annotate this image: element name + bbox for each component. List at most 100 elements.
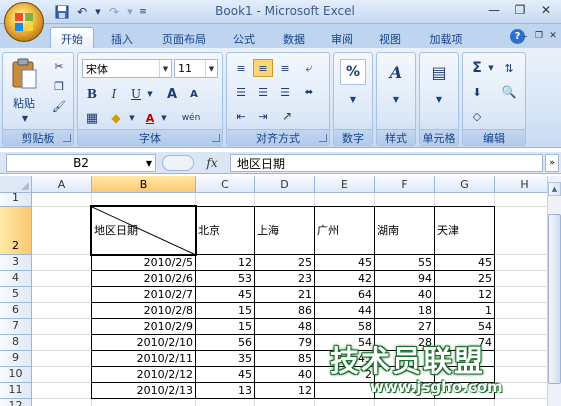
cell[interactable]: [375, 399, 435, 406]
tab-addins[interactable]: 加载项: [420, 29, 472, 48]
date-cell[interactable]: 2010/2/12: [91, 367, 196, 383]
value-cell[interactable]: 58: [315, 319, 375, 335]
cell[interactable]: [375, 193, 435, 207]
font-color-dropdown-icon[interactable]: ▼: [160, 111, 168, 125]
cell[interactable]: [32, 351, 92, 367]
styles-icon[interactable]: A: [383, 59, 409, 85]
row-header-3[interactable]: 3: [0, 255, 32, 271]
workbook-restore-icon[interactable]: ❐: [533, 29, 545, 43]
cell[interactable]: [495, 193, 547, 207]
value-cell[interactable]: 54: [435, 319, 495, 335]
column-header-h[interactable]: H: [495, 176, 547, 193]
close-icon[interactable]: ✕: [533, 0, 559, 20]
fill-color-dropdown-icon[interactable]: ▼: [128, 111, 136, 125]
fill-icon[interactable]: ⬇: [467, 83, 487, 101]
column-header-c[interactable]: C: [196, 176, 255, 193]
value-cell[interactable]: 1: [435, 303, 495, 319]
value-cell[interactable]: 94: [375, 271, 435, 287]
row-header-11[interactable]: 11: [0, 383, 32, 399]
cell[interactable]: [495, 367, 547, 383]
cells-icon[interactable]: ▤: [426, 59, 452, 85]
grow-font-button[interactable]: A: [162, 85, 182, 103]
underline-dropdown-icon[interactable]: ▼: [146, 87, 154, 101]
cell[interactable]: [495, 303, 547, 319]
value-cell[interactable]: 45: [435, 255, 495, 271]
cell[interactable]: [32, 287, 92, 303]
date-cell[interactable]: 2010/2/5: [91, 255, 196, 271]
find-select-icon[interactable]: 🔍: [499, 83, 519, 101]
cell[interactable]: [495, 207, 547, 255]
align-middle-icon[interactable]: ≡: [253, 59, 273, 77]
column-header-f[interactable]: F: [375, 176, 435, 193]
paste-dropdown-icon[interactable]: ▼: [7, 113, 43, 123]
scroll-up-icon[interactable]: ▲: [548, 182, 561, 196]
autosum-button[interactable]: Σ: [467, 59, 487, 77]
value-cell[interactable]: 44: [315, 303, 375, 319]
cell[interactable]: [495, 335, 547, 351]
cell[interactable]: [495, 287, 547, 303]
cell[interactable]: [32, 193, 92, 207]
value-cell[interactable]: [435, 367, 495, 383]
value-cell[interactable]: 25: [435, 271, 495, 287]
row-header-9[interactable]: 9: [0, 351, 32, 367]
date-cell[interactable]: 2010/2/7: [91, 287, 196, 303]
value-cell[interactable]: 54: [315, 335, 375, 351]
align-top-icon[interactable]: ≡: [231, 59, 251, 77]
value-cell[interactable]: 79: [255, 335, 315, 351]
tab-home[interactable]: 开始: [50, 27, 94, 49]
clipboard-dialog-launcher-icon[interactable]: [63, 134, 71, 142]
value-cell[interactable]: 45: [315, 255, 375, 271]
value-cell[interactable]: 2: [315, 367, 375, 383]
minimize-icon[interactable]: —: [481, 0, 507, 20]
column-header-d[interactable]: D: [255, 176, 315, 193]
date-cell[interactable]: 2010/2/11: [91, 351, 196, 367]
value-cell[interactable]: 45: [315, 351, 375, 367]
diagonal-header-cell[interactable]: 地区日期: [90, 205, 197, 256]
cell[interactable]: [435, 193, 495, 207]
merge-center-icon[interactable]: ⬌: [299, 83, 319, 101]
cell[interactable]: [435, 399, 495, 406]
value-cell[interactable]: 13: [196, 383, 255, 399]
cell[interactable]: [32, 255, 92, 271]
value-cell[interactable]: [435, 383, 495, 399]
align-left-icon[interactable]: ☰: [231, 83, 251, 101]
value-cell[interactable]: 64: [315, 287, 375, 303]
value-cell[interactable]: [375, 383, 435, 399]
cut-icon[interactable]: ✂: [49, 57, 69, 75]
expand-formula-bar-icon[interactable]: »: [545, 154, 559, 172]
undo-icon[interactable]: ↶: [74, 4, 90, 20]
number-dropdown-icon[interactable]: ▼: [334, 95, 372, 104]
header-cell[interactable]: 北京: [196, 206, 255, 255]
percent-icon[interactable]: %: [340, 59, 366, 85]
font-size-select[interactable]: 11 ▼: [174, 59, 218, 78]
worksheet-grid[interactable]: A B C D E F G H 1 2 3 4 5 6 7 8 9 10 11 12 地区日期 北京 上海 广州 湖南 天津 201…: [0, 176, 547, 406]
undo-dropdown-icon[interactable]: ▼: [94, 4, 102, 20]
cell[interactable]: [315, 399, 375, 406]
cells-dropdown-icon[interactable]: ▼: [420, 95, 458, 104]
value-cell[interactable]: 45: [196, 367, 255, 383]
font-dialog-launcher-icon[interactable]: [212, 134, 220, 142]
customize-qat-icon[interactable]: ≡: [138, 4, 148, 20]
borders-icon[interactable]: ▦: [82, 109, 102, 127]
row-header-7[interactable]: 7: [0, 319, 32, 335]
header-cell[interactable]: 上海: [255, 206, 315, 255]
cell[interactable]: [32, 271, 92, 287]
cell[interactable]: [32, 207, 92, 255]
format-painter-icon[interactable]: 🖌: [49, 97, 69, 115]
column-header-b[interactable]: B: [92, 176, 196, 193]
phonetic-button[interactable]: wén: [176, 109, 206, 127]
value-cell[interactable]: 12: [255, 383, 315, 399]
copy-icon[interactable]: ❐: [49, 77, 69, 95]
wrap-text-icon[interactable]: ⤶: [299, 59, 319, 77]
row-header-4[interactable]: 4: [0, 271, 32, 287]
value-cell[interactable]: 12: [196, 255, 255, 271]
value-cell[interactable]: 74: [435, 335, 495, 351]
value-cell[interactable]: [315, 383, 375, 399]
formula-bar-splitter[interactable]: [162, 155, 194, 171]
tab-page-layout[interactable]: 页面布局: [152, 29, 216, 48]
font-name-select[interactable]: 宋体 ▼: [82, 59, 172, 78]
value-cell[interactable]: 40: [375, 287, 435, 303]
autosum-dropdown-icon[interactable]: ▼: [487, 61, 495, 75]
workbook-minimize-icon[interactable]: –: [519, 29, 531, 43]
italic-button[interactable]: I: [104, 85, 124, 103]
